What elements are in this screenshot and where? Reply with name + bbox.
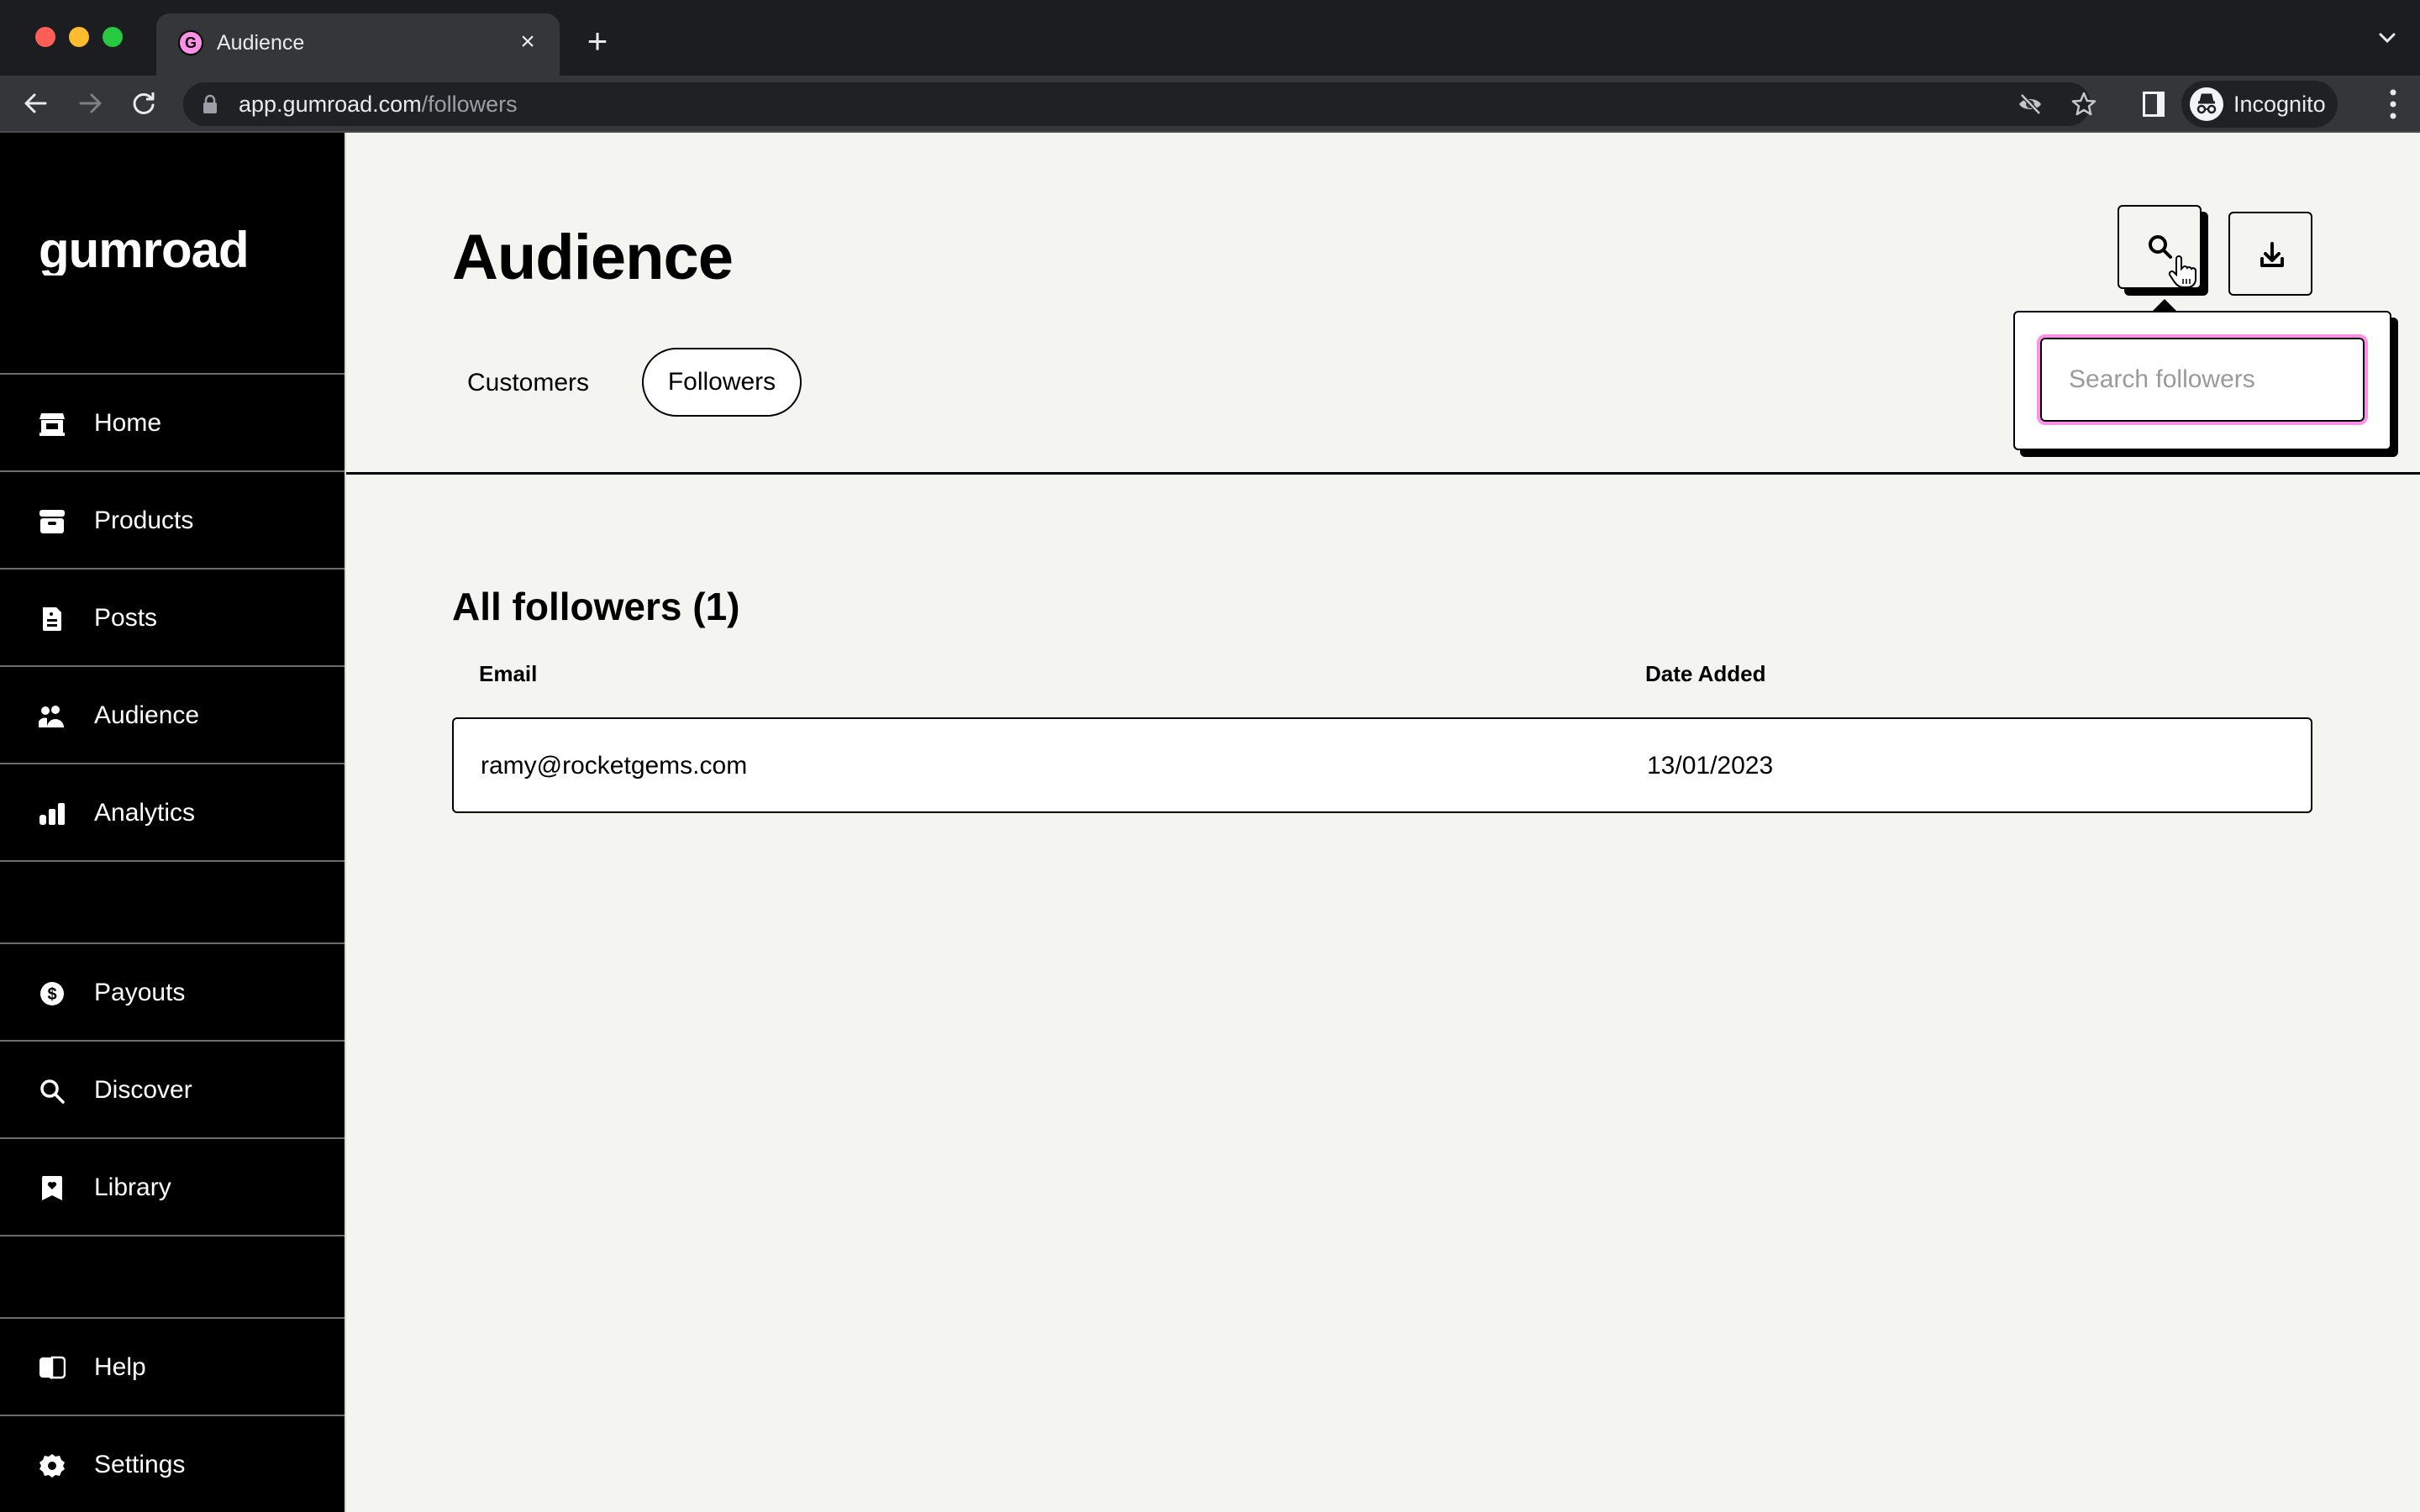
follower-date-added: 13/01/2023: [1647, 752, 1774, 780]
sidebar: gumroad Home Products Posts Audience Ana…: [0, 133, 345, 1512]
search-icon: [2149, 235, 2172, 259]
incognito-profile-button[interactable]: Incognito: [2181, 81, 2338, 128]
column-header-date-added[interactable]: Date Added: [1645, 660, 1766, 687]
sidebar-item-audience[interactable]: Audience: [0, 665, 345, 763]
dollar-circle-icon: $: [39, 981, 66, 1006]
more-menu-icon[interactable]: [2388, 87, 2398, 121]
search-button[interactable]: [2118, 205, 2202, 289]
sidebar-label: Library: [94, 1173, 171, 1201]
sidebar-label: Payouts: [94, 979, 186, 1006]
window-maximize-button[interactable]: [103, 27, 123, 47]
gumroad-app: gumroad Home Products Posts Audience Ana…: [0, 133, 2420, 1512]
sidebar-item-payouts[interactable]: $ Payouts: [0, 942, 345, 1040]
sidebar-item-analytics[interactable]: Analytics: [0, 763, 345, 860]
sidebar-item-home[interactable]: Home: [0, 373, 345, 470]
incognito-label: Incognito: [2233, 92, 2326, 117]
sidebar-item-library[interactable]: Library: [0, 1137, 345, 1235]
bar-chart-icon: [39, 801, 66, 827]
sidebar-item-products[interactable]: Products: [0, 470, 345, 568]
archive-box-icon: [39, 509, 66, 534]
people-icon: [38, 704, 66, 729]
bookmark-heart-icon: [39, 1176, 66, 1201]
side-panel-icon[interactable]: [2141, 89, 2166, 119]
sidebar-item-discover[interactable]: Discover: [0, 1040, 345, 1137]
url-text[interactable]: app.gumroad.com/followers: [239, 90, 518, 118]
lock-icon[interactable]: [202, 94, 218, 114]
back-icon[interactable]: [17, 84, 55, 123]
tab-list-icon[interactable]: [2375, 25, 2400, 50]
tab-customers[interactable]: Customers: [467, 368, 589, 398]
main-content: Audience Customers Followers All followe…: [346, 133, 2420, 1512]
table-row[interactable]: ramy@rocketgems.com 13/01/2023: [452, 717, 2312, 813]
logo-text: gumroad: [39, 225, 249, 276]
new-tab-icon[interactable]: +: [578, 22, 617, 60]
eye-off-icon[interactable]: [2017, 91, 2044, 118]
address-bar[interactable]: app.gumroad.com/followers: [183, 82, 2096, 126]
sidebar-item-posts[interactable]: Posts: [0, 568, 345, 665]
search-icon: [39, 1079, 66, 1104]
sidebar-divider: [0, 1235, 345, 1317]
url-path: /followers: [421, 92, 518, 117]
url-host: app.gumroad.com: [239, 92, 422, 117]
svg-text:$: $: [47, 985, 56, 1004]
tab-followers[interactable]: Followers: [642, 348, 802, 417]
book-open-icon: [39, 1356, 66, 1381]
browser-chrome: G Audience × + app.gumroad.com/followers: [0, 0, 2420, 133]
sidebar-label: Settings: [94, 1451, 186, 1478]
tab-close-icon[interactable]: ×: [513, 27, 543, 57]
page-title: Audience: [452, 222, 734, 293]
bookmark-star-icon[interactable]: [2070, 91, 2097, 118]
sidebar-divider: [0, 860, 345, 942]
sidebar-label: Discover: [94, 1076, 192, 1104]
browser-toolbar: app.gumroad.com/followers Incognito: [0, 76, 2420, 133]
sidebar-label: Analytics: [94, 799, 196, 827]
tab-strip: G Audience × +: [0, 0, 2420, 76]
sidebar-label: Home: [94, 409, 162, 437]
sidebar-item-help[interactable]: Help: [0, 1317, 345, 1415]
gumroad-logo[interactable]: gumroad: [39, 222, 308, 278]
forward-icon[interactable]: [71, 84, 109, 123]
gumroad-favicon-icon: G: [178, 30, 203, 55]
export-download-button[interactable]: [2228, 212, 2312, 296]
window-minimize-button[interactable]: [69, 27, 89, 47]
search-popover: [2013, 299, 2391, 450]
tab-title: Audience: [217, 31, 305, 55]
follower-email: ramy@rocketgems.com: [481, 752, 748, 780]
window-close-button[interactable]: [35, 27, 55, 47]
column-header-email[interactable]: Email: [479, 660, 537, 687]
gear-icon: [39, 1453, 66, 1478]
search-followers-input[interactable]: [2037, 334, 2368, 425]
sidebar-label: Help: [94, 1353, 146, 1381]
sidebar-label: Audience: [94, 701, 200, 729]
sidebar-label: Posts: [94, 604, 158, 632]
sidebar-label: Products: [94, 507, 194, 534]
reload-icon[interactable]: [124, 84, 163, 123]
download-icon: [2260, 242, 2284, 267]
popover-arrow: [2151, 299, 2178, 312]
store-icon: [39, 412, 66, 437]
browser-tab-audience[interactable]: G Audience ×: [156, 13, 560, 76]
incognito-icon: [2190, 87, 2223, 121]
document-icon: [39, 606, 66, 632]
followers-section-title: All followers (1): [452, 585, 740, 628]
header-divider: [346, 472, 2420, 475]
sidebar-item-settings[interactable]: Settings: [0, 1415, 345, 1512]
